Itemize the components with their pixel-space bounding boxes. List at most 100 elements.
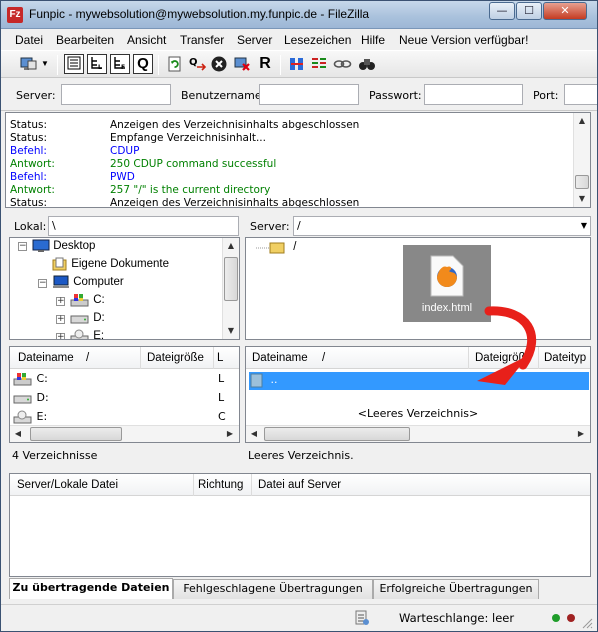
local-list-hscrollbar[interactable]: ◀ ▶: [10, 425, 239, 442]
local-directory-tree[interactable]: − Desktop Eigene Dokumente − Computer + …: [9, 237, 240, 340]
scroll-thumb[interactable]: [264, 427, 410, 441]
expand-icon[interactable]: +: [56, 333, 65, 339]
menu-bearbeiten[interactable]: Bearbeiten: [56, 33, 114, 47]
sort-indicator: /: [322, 352, 326, 364]
tree-item-d-drive[interactable]: D:: [70, 311, 105, 327]
transfer-queue[interactable]: Server/Lokale Datei Richtung Datei auf S…: [9, 473, 591, 577]
menu-server[interactable]: Server: [237, 33, 272, 47]
expand-icon[interactable]: +: [56, 297, 65, 306]
toggle-log-icon[interactable]: [64, 54, 84, 74]
tree-item-root[interactable]: /: [256, 240, 296, 256]
sync-browse-icon[interactable]: [332, 54, 352, 74]
file-cell-truncated: L: [218, 391, 225, 404]
scroll-thumb[interactable]: [224, 257, 238, 301]
tree-item-c-drive[interactable]: C:: [70, 293, 105, 309]
cancel-icon[interactable]: [209, 54, 229, 74]
directory-compare-icon[interactable]: [287, 54, 307, 74]
column-separator[interactable]: [193, 474, 194, 496]
scroll-right-arrow-icon[interactable]: ▶: [573, 426, 589, 442]
minimize-button[interactable]: —: [489, 2, 515, 20]
column-separator[interactable]: [251, 474, 252, 496]
scroll-right-arrow-icon[interactable]: ▶: [222, 426, 238, 442]
column-header-local-file[interactable]: Server/Lokale Datei: [17, 479, 118, 491]
remote-list-hscrollbar[interactable]: ◀ ▶: [246, 425, 590, 442]
column-header-filename[interactable]: Dateiname: [252, 352, 308, 364]
search-icon[interactable]: [356, 54, 376, 74]
process-queue-icon[interactable]: Q: [187, 54, 207, 74]
column-separator[interactable]: [213, 347, 214, 369]
scroll-left-arrow-icon[interactable]: ◀: [10, 426, 26, 442]
log-message: Anzeigen des Verzeichnisinhalts abgeschl…: [110, 197, 360, 208]
tree-item-eigene-dokumente[interactable]: Eigene Dokumente: [52, 257, 169, 273]
site-manager-icon[interactable]: [18, 54, 38, 74]
collapse-icon[interactable]: −: [38, 279, 47, 288]
menu-lesezeichen[interactable]: Lesezeichen: [284, 33, 351, 47]
file-name: E:: [36, 410, 48, 423]
log-message: CDUP: [110, 145, 140, 157]
server-input[interactable]: [61, 84, 171, 105]
reconnect-icon[interactable]: R: [255, 54, 275, 74]
menu-datei[interactable]: Datei: [15, 33, 43, 47]
scroll-left-arrow-icon[interactable]: ◀: [246, 426, 262, 442]
tab-successful-transfers[interactable]: Erfolgreiche Übertragungen: [373, 579, 539, 599]
column-separator[interactable]: [140, 347, 141, 369]
port-label: Port:: [533, 89, 559, 102]
local-tree-scrollbar[interactable]: ▲ ▼: [222, 238, 239, 339]
column-header-truncated[interactable]: L: [217, 352, 223, 364]
tree-item-e-drive[interactable]: E:: [70, 329, 105, 340]
menu-hilfe[interactable]: Hilfe: [361, 33, 385, 47]
column-header-direction[interactable]: Richtung: [198, 479, 243, 491]
password-input[interactable]: [424, 84, 523, 105]
log-type: Antwort:: [10, 158, 55, 170]
filezilla-app-icon[interactable]: Fz: [7, 7, 23, 23]
expand-icon[interactable]: +: [56, 315, 65, 324]
resize-grip-icon[interactable]: [581, 617, 593, 629]
password-label: Passwort:: [369, 89, 422, 102]
log-scrollbar[interactable]: ▲ ▼: [573, 113, 590, 207]
column-header-filename[interactable]: Dateiname: [18, 352, 74, 364]
local-file-list[interactable]: Dateiname / Dateigröße L C: L D: L E: C …: [9, 346, 240, 443]
toggle-remote-tree-icon[interactable]: F: [110, 54, 130, 74]
tree-item-computer[interactable]: Computer: [52, 275, 124, 291]
scroll-down-arrow-icon[interactable]: ▼: [223, 323, 239, 339]
dropdown-arrow-icon[interactable]: ▼: [39, 54, 51, 74]
windows-drive-icon: [13, 373, 32, 386]
toggle-queue-icon[interactable]: Q: [133, 54, 153, 74]
title-bar[interactable]: Fz Funpic - mywebsolution@mywebsolution.…: [1, 1, 597, 29]
column-header-filetype[interactable]: Dateityp: [544, 352, 586, 364]
desktop-icon: [32, 239, 50, 252]
queue-header: Server/Lokale Datei Richtung Datei auf S…: [10, 474, 590, 496]
message-log[interactable]: Status: Anzeigen des Verzeichnisinhalts …: [5, 112, 591, 208]
remote-path-combo[interactable]: / ▼: [293, 216, 591, 236]
tree-item-label: E:: [93, 330, 105, 340]
menu-ansicht[interactable]: Ansicht: [127, 33, 166, 47]
tree-item-desktop[interactable]: Desktop: [32, 239, 95, 255]
collapse-icon[interactable]: −: [18, 242, 27, 251]
file-row-c[interactable]: C: L: [13, 372, 238, 390]
maximize-button[interactable]: ☐: [516, 2, 542, 20]
file-name: D:: [36, 391, 49, 404]
refresh-icon[interactable]: [165, 54, 185, 74]
username-input[interactable]: [259, 84, 359, 105]
column-header-remote-file[interactable]: Datei auf Server: [258, 479, 341, 491]
log-type: Befehl:: [10, 145, 47, 157]
receive-led-icon: [567, 614, 575, 622]
toggle-local-tree-icon[interactable]: L: [87, 54, 107, 74]
scroll-thumb[interactable]: [575, 175, 589, 189]
disconnect-icon[interactable]: [232, 54, 252, 74]
scroll-down-arrow-icon[interactable]: ▼: [574, 191, 590, 207]
menu-transfer[interactable]: Transfer: [180, 33, 224, 47]
filter-icon[interactable]: [309, 54, 329, 74]
file-row-d[interactable]: D: L: [13, 391, 238, 409]
tab-failed-transfers[interactable]: Fehlgeschlagene Übertragungen: [173, 579, 373, 599]
local-path-combo[interactable]: \: [48, 216, 239, 236]
combo-arrow-icon[interactable]: ▼: [581, 217, 587, 235]
menu-neue-version[interactable]: Neue Version verfügbar!: [399, 33, 528, 47]
close-button[interactable]: ✕: [543, 2, 587, 20]
scroll-thumb[interactable]: [30, 427, 122, 441]
scroll-up-arrow-icon[interactable]: ▲: [574, 113, 590, 129]
tab-queued-files[interactable]: Zu übertragende Dateien: [9, 578, 173, 599]
port-input[interactable]: [564, 84, 597, 105]
column-header-filesize[interactable]: Dateigröße: [147, 352, 204, 364]
scroll-up-arrow-icon[interactable]: ▲: [223, 238, 239, 254]
